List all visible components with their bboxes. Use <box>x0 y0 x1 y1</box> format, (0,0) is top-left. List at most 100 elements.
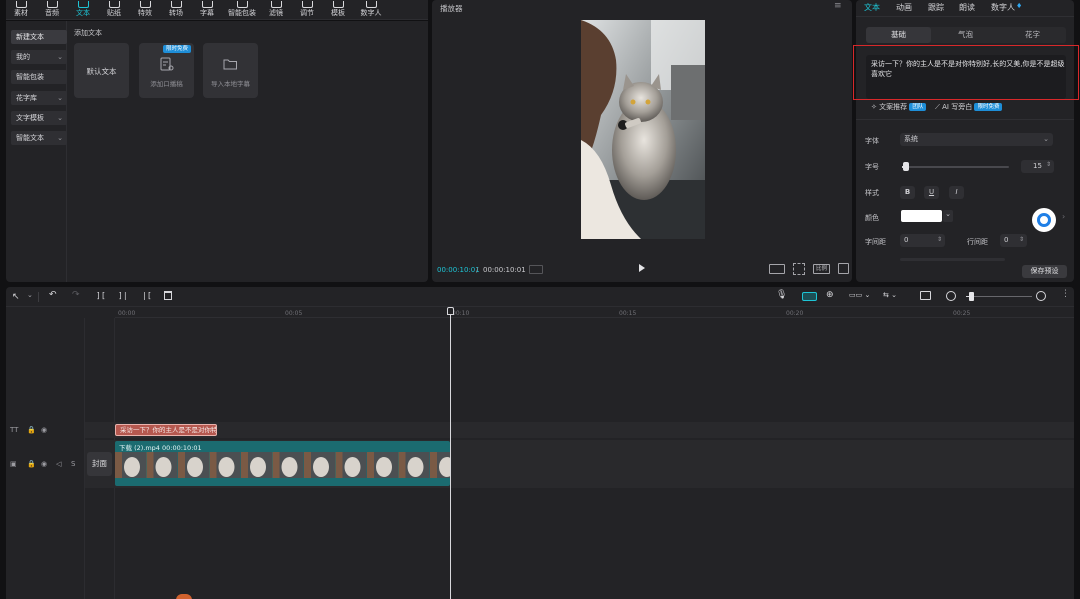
subtab-basic[interactable]: 基础 <box>866 27 931 43</box>
more-icon[interactable]: ⋮ <box>1061 289 1070 299</box>
subtab-fancy[interactable]: 花字 <box>1000 27 1065 43</box>
toolbar-sticker-button[interactable]: 贴纸 <box>99 0 129 20</box>
italic-button[interactable]: I <box>949 186 964 199</box>
transition-icon <box>170 1 182 8</box>
nav-text-template[interactable]: 文字模板 ⌄ <box>11 111 67 125</box>
ratio-button[interactable]: 比例 <box>813 264 830 274</box>
expand-icon[interactable] <box>838 263 849 274</box>
toolbar-audio-button[interactable]: 音频 <box>37 0 67 20</box>
tab-digital-human[interactable]: 数字人 <box>991 2 1015 13</box>
tab-text[interactable]: 文本 <box>864 2 880 13</box>
toolbar-effects-button[interactable]: 特效 <box>130 0 160 20</box>
zoom-out-icon[interactable] <box>946 291 956 301</box>
color-dropdown[interactable]: ⌄ <box>943 210 953 222</box>
fullscreen-original-icon[interactable] <box>769 264 785 274</box>
thumbnail-person <box>209 452 217 478</box>
playhead[interactable] <box>450 308 451 599</box>
nav-fancy-text[interactable]: 花字库 ⌄ <box>11 91 67 105</box>
letter-spacing-input[interactable]: 0 ⇕ <box>900 234 945 247</box>
save-preset-button[interactable]: 保存预设 <box>1022 265 1067 278</box>
toolbar-text-button[interactable]: 文本 <box>68 0 98 20</box>
redo-icon[interactable]: ↷ <box>72 290 80 300</box>
panel-scrollbar[interactable] <box>900 258 1005 261</box>
style-label: 样式 <box>865 189 879 197</box>
timecode-grid-icon[interactable] <box>529 265 543 274</box>
video-preview[interactable] <box>581 20 705 239</box>
speaker-icon[interactable]: ◁ <box>56 460 61 468</box>
toolbar-transition-button[interactable]: 转场 <box>161 0 191 20</box>
tick-label: 00:10 <box>452 310 470 317</box>
line-spacing-label: 行间距 <box>967 238 988 246</box>
linkage-icon[interactable]: ⊕ <box>826 290 834 300</box>
crop-icon[interactable] <box>793 263 805 275</box>
add-script-card[interactable]: 限时免费 添加口播稿 <box>139 43 194 98</box>
digital-human-icon <box>365 1 377 8</box>
zoom-in-icon[interactable] <box>1036 291 1046 301</box>
nav-smart-text[interactable]: 智能文本 ⌄ <box>11 131 67 145</box>
screen-icon[interactable] <box>920 291 931 300</box>
lock-icon[interactable]: 🔒 <box>27 426 36 434</box>
nav-mine[interactable]: 我的 ⌄ <box>11 50 67 64</box>
zoom-slider-handle[interactable] <box>969 292 974 301</box>
size-slider-track[interactable] <box>902 166 1009 168</box>
stepper-icon[interactable]: ⇕ <box>1046 161 1051 168</box>
divider <box>856 119 1074 120</box>
eye-icon[interactable]: ◉ <box>41 460 47 468</box>
color-swatch[interactable] <box>901 210 942 222</box>
audio-icon <box>46 1 58 8</box>
line-spacing-input[interactable]: 0 ⇕ <box>1000 234 1027 247</box>
cover-button[interactable]: 封面 <box>87 452 112 476</box>
tick-label: 00:20 <box>786 310 804 317</box>
chevron-right-icon[interactable]: › <box>1062 212 1065 221</box>
font-select[interactable]: 系统 ⌄ <box>900 133 1053 146</box>
ai-write-button[interactable]: ⟋ AI 写旁白 限时免费 <box>935 102 1003 112</box>
section-title: 添加文本 <box>74 29 102 37</box>
undo-icon[interactable]: ↶ <box>49 290 57 300</box>
playhead-handle[interactable] <box>447 307 454 315</box>
thumbnail-person <box>272 452 280 478</box>
thumbnail-person <box>430 452 437 478</box>
smart-package-icon <box>236 1 248 8</box>
tab-tracking[interactable]: 跟踪 <box>928 2 944 13</box>
split-left-icon[interactable]: ]| <box>118 291 128 300</box>
preview-axis-icon[interactable]: ▭▭ ⌄ <box>849 291 870 299</box>
menu-icon[interactable]: ≡ <box>834 1 842 11</box>
underline-button[interactable]: U <box>924 186 939 199</box>
chevron-down-icon: ⌄ <box>57 53 63 61</box>
split-icon[interactable]: ][ <box>96 291 106 300</box>
split-right-icon[interactable]: |[ <box>142 291 152 300</box>
copy-recommend-button[interactable]: ✧ 文案推荐 团队 <box>871 102 927 112</box>
subtab-bubble[interactable]: 气泡 <box>933 27 998 43</box>
ruler-baseline <box>115 317 1074 318</box>
toolbar-digital-human-button[interactable]: 数字人 <box>354 0 388 20</box>
toolbar-filter-button[interactable]: 滤镜 <box>261 0 291 20</box>
nav-new-text[interactable]: 新建文本 <box>11 30 67 44</box>
microphone-icon[interactable]: 🎙 <box>776 290 787 300</box>
play-icon[interactable] <box>639 264 645 272</box>
toolbar-adjust-button[interactable]: 调节 <box>292 0 322 20</box>
chevron-down-icon[interactable]: ⌄ <box>27 291 33 299</box>
solo-icon[interactable]: S <box>71 460 75 468</box>
import-subtitle-card[interactable]: 导入本地字幕 <box>203 43 258 98</box>
default-text-card[interactable]: 默认文本 <box>74 43 129 98</box>
tab-animation[interactable]: 动画 <box>896 2 912 13</box>
bold-button[interactable]: B <box>900 186 915 199</box>
nav-smart-package[interactable]: 智能包装 <box>11 70 67 84</box>
track-link-icon[interactable]: ⇆ ⌄ <box>883 291 897 299</box>
size-label: 字号 <box>865 163 879 171</box>
magnet-snap-icon[interactable] <box>802 292 817 301</box>
toolbar-template-button[interactable]: 模板 <box>323 0 353 20</box>
select-tool-icon[interactable]: ↖ <box>12 292 20 302</box>
zoom-slider-track[interactable] <box>966 296 1032 297</box>
assistant-float-button[interactable] <box>1032 208 1056 232</box>
delete-icon[interactable] <box>164 291 172 300</box>
size-slider-handle[interactable] <box>903 162 909 171</box>
toolbar-media-button[interactable]: 素材 <box>6 0 36 20</box>
text-clip[interactable]: 采访一下？你的主人是不是对你特 <box>115 424 217 436</box>
toolbar-subtitle-button[interactable]: 字幕 <box>192 0 222 20</box>
tab-read-aloud[interactable]: 朗读 <box>959 2 975 13</box>
toolbar-smart-package-button[interactable]: 智能包装 <box>224 0 260 20</box>
chevron-down-icon: ⌄ <box>57 114 63 122</box>
eye-icon[interactable]: ◉ <box>41 426 47 434</box>
lock-icon[interactable]: 🔒 <box>27 460 36 468</box>
